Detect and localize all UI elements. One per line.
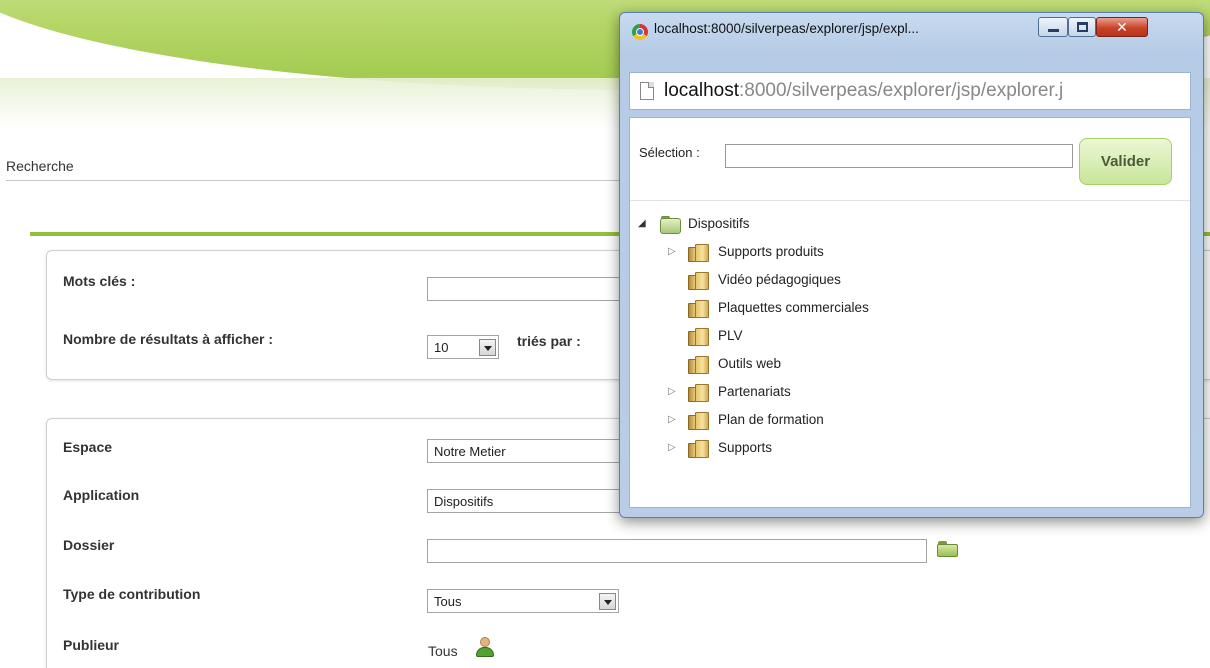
folder-icon: [688, 384, 710, 402]
contribution-type-value: Tous: [434, 594, 462, 609]
folder-icon: [688, 300, 710, 318]
folder-icon: [688, 328, 710, 346]
breadcrumb: Recherche: [6, 158, 74, 174]
url-host: localhost: [664, 80, 739, 101]
tree-node[interactable]: ▷ Supports produits: [668, 242, 968, 264]
explorer-popup-window: localhost:8000/silverpeas/explorer/jsp/e…: [619, 12, 1204, 518]
espace-label: Espace: [63, 439, 113, 455]
contribution-type-select[interactable]: Tous: [427, 589, 619, 613]
tree-node[interactable]: ▷ Supports: [668, 438, 968, 460]
tree-node-label: Plaquettes commerciales: [718, 300, 869, 315]
tree-expand-icon[interactable]: ▷: [668, 443, 676, 453]
publisher-label: Publieur: [63, 637, 120, 653]
validate-button[interactable]: Valider: [1079, 138, 1172, 185]
chevron-down-icon[interactable]: [479, 339, 496, 356]
chevron-down-icon[interactable]: [599, 593, 616, 610]
breadcrumb-divider: [6, 180, 646, 181]
folder-icon: [688, 244, 710, 262]
dossier-input[interactable]: [427, 539, 927, 563]
folder-icon: [688, 412, 710, 430]
window-title: localhost:8000/silverpeas/explorer/jsp/e…: [654, 21, 919, 36]
folder-icon: [688, 272, 710, 290]
folder-icon: [660, 216, 682, 234]
tree-node-label: Supports produits: [718, 244, 824, 259]
tree-node-label: Partenariats: [718, 384, 791, 399]
tree-expand-icon[interactable]: ▷: [668, 415, 676, 425]
sort-label: triés par :: [517, 333, 581, 349]
address-bar[interactable]: localhost:8000/silverpeas/explorer/jsp/e…: [629, 72, 1191, 110]
folder-icon[interactable]: [937, 541, 959, 557]
folder-icon: [688, 356, 710, 374]
results-count-select[interactable]: 10: [427, 335, 499, 359]
content-divider: [630, 200, 1190, 201]
tree-node[interactable]: Vidéo pédagogiques: [668, 270, 968, 292]
tree-node-root[interactable]: ◢ Dispositifs: [638, 214, 938, 236]
tree-node[interactable]: ▷ Partenariats: [668, 382, 968, 404]
maximize-button[interactable]: [1068, 17, 1096, 37]
application-label: Application: [63, 487, 140, 503]
tree-node[interactable]: Outils web: [668, 354, 968, 376]
popup-content: Sélection : Valider ◢ Dispositifs ▷ Supp…: [629, 117, 1191, 508]
results-count-value: 10: [434, 340, 449, 355]
chrome-icon: [632, 24, 648, 40]
close-button[interactable]: ✕: [1096, 17, 1148, 37]
folder-icon: [688, 440, 710, 458]
close-icon: ✕: [1116, 19, 1128, 35]
results-count-label: Nombre de résultats à afficher :: [63, 331, 274, 347]
publisher-value: Tous: [428, 643, 458, 659]
minimize-icon: [1048, 29, 1059, 32]
selection-input[interactable]: [725, 144, 1073, 168]
tree-node[interactable]: Plaquettes commerciales: [668, 298, 968, 320]
maximize-icon: [1077, 22, 1088, 32]
tree-node-label: Vidéo pédagogiques: [718, 272, 841, 287]
url-path: :8000/silverpeas/explorer/jsp/explorer.j: [739, 80, 1064, 101]
tree-node-label: Plan de formation: [718, 412, 824, 427]
tree-expand-icon[interactable]: ▷: [668, 247, 676, 257]
keywords-label: Mots clés :: [63, 273, 136, 289]
tree-node-label: Dispositifs: [688, 216, 750, 231]
user-icon[interactable]: [475, 637, 495, 657]
contribution-type-label: Type de contribution: [63, 586, 201, 602]
dossier-label: Dossier: [63, 537, 115, 553]
tree-collapse-icon[interactable]: ◢: [638, 219, 646, 229]
url-text: localhost:8000/silverpeas/explorer/jsp/e…: [664, 80, 1186, 102]
tree-node[interactable]: PLV: [668, 326, 968, 348]
tree-node-label: PLV: [718, 328, 743, 343]
tree-node-label: Outils web: [718, 356, 782, 371]
tree-node[interactable]: ▷ Plan de formation: [668, 410, 968, 432]
tree-expand-icon[interactable]: ▷: [668, 387, 676, 397]
tree-node-label: Supports: [718, 440, 773, 455]
selection-label: Sélection :: [639, 145, 700, 160]
minimize-button[interactable]: [1038, 17, 1068, 37]
page-icon: [640, 82, 654, 100]
